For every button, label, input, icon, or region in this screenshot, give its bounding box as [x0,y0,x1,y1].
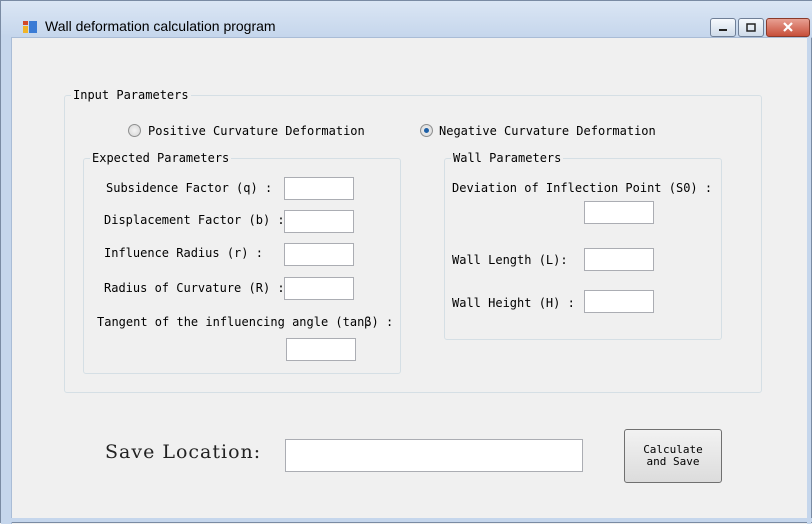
minimize-button[interactable] [710,18,736,37]
wall-height-input[interactable] [584,290,654,313]
maximize-icon [746,23,756,32]
negative-curvature-radio-dot[interactable] [420,124,433,137]
subsidence-factor-label: Subsidence Factor (q) : [106,181,273,195]
deviation-inflection-point-input[interactable] [584,201,654,224]
displacement-factor-input[interactable] [284,210,354,233]
save-location-input[interactable] [285,439,583,472]
window-frame-bottom [1,518,812,522]
positive-curvature-radio-dot[interactable] [128,124,141,137]
window-frame-left [1,37,12,524]
wall-parameters-legend: Wall Parameters [451,151,564,165]
tangent-influencing-angle-input[interactable] [286,338,356,361]
main-window: Wall deformation calculation program Inp… [0,0,812,524]
radius-of-curvature-input[interactable] [284,277,354,300]
influence-radius-input[interactable] [284,243,354,266]
window-title: Wall deformation calculation program [45,18,276,34]
wall-length-label: Wall Length (L): [452,253,568,267]
positive-curvature-label[interactable]: Positive Curvature Deformation [148,124,365,138]
subsidence-factor-input[interactable] [284,177,354,200]
close-icon [783,22,793,32]
wall-height-label: Wall Height (H) : [452,296,575,310]
title-bar[interactable]: Wall deformation calculation program [1,1,812,38]
radius-of-curvature-label: Radius of Curvature (R) : [104,281,285,295]
calculate-and-save-button[interactable]: Calculate and Save [624,429,722,483]
minimize-icon [719,29,727,31]
expected-parameters-legend: Expected Parameters [90,151,232,165]
maximize-button[interactable] [738,18,764,37]
close-button[interactable] [766,18,810,37]
displacement-factor-label: Displacement Factor (b) : [104,213,285,227]
deviation-inflection-point-label: Deviation of Inflection Point (S0) : [452,181,713,195]
influence-radius-label: Influence Radius (r) : [104,246,263,260]
window-frame-right [807,37,811,524]
input-parameters-legend: Input Parameters [71,88,191,102]
negative-curvature-label[interactable]: Negative Curvature Deformation [439,124,656,138]
save-location-label: Save Location: [105,441,262,463]
tangent-influencing-angle-label: Tangent of the influencing angle (tanβ) … [97,315,394,329]
app-icon [23,21,37,33]
wall-length-input[interactable] [584,248,654,271]
